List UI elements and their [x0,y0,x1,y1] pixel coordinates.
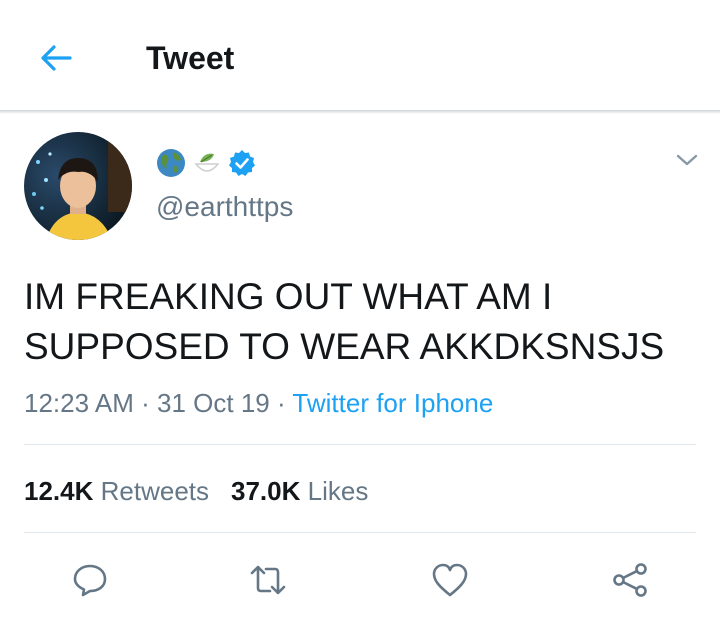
divider-stats [24,532,696,533]
retweet-icon[interactable] [248,560,288,600]
likes-stat[interactable]: 37.0K Likes [231,476,368,506]
retweets-stat[interactable]: 12.4K Retweets [24,476,209,506]
earth-globe-emoji [157,149,185,177]
meta-separator-2: · [276,388,286,418]
tweet-meta: 12:23 AM · 31 Oct 19 · Twitter for Iphon… [24,386,493,420]
like-icon[interactable] [430,560,470,600]
back-arrow-icon[interactable] [36,38,76,78]
divider-meta [24,444,696,445]
header-divider [0,110,720,114]
user-handle[interactable]: @earthttps [156,190,293,224]
share-icon[interactable] [610,560,650,600]
tweet-stats: 12.4K Retweets 37.0K Likes [24,474,368,508]
likes-count: 37.0K [231,476,301,506]
tweet-date: 31 Oct 19 [157,388,270,418]
tweet-time: 12:23 AM [24,388,134,418]
chevron-down-icon[interactable] [674,150,700,170]
page-title: Tweet [146,40,235,76]
tweet-text-line-2: SUPPOSED TO WEAR AKKDKSNSJS [24,326,665,367]
tweet-source-link[interactable]: Twitter for Iphone [292,388,493,418]
meta-separator-1: · [141,388,150,418]
seedling-bowl-emoji [194,153,220,172]
top-bar: Tweet [0,0,720,112]
retweets-count: 12.4K [24,476,94,506]
avatar[interactable] [24,132,132,240]
display-name-emojis [156,146,256,180]
retweets-label: Retweets [100,476,210,506]
tweet-text-line-1: IM FREAKING OUT WHAT AM I [24,276,553,317]
verified-badge-icon [229,150,255,176]
reply-icon[interactable] [70,560,110,600]
likes-label: Likes [307,476,369,506]
tweet-text: IM FREAKING OUT WHAT AM I SUPPOSED TO WE… [24,272,704,372]
